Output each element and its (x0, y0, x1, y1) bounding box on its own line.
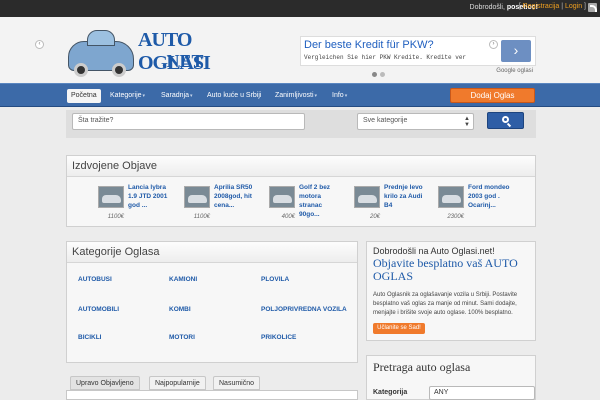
search-button[interactable] (487, 112, 524, 129)
header: AUTO OGLASI .NET Der beste Kredit für PK… (0, 17, 600, 83)
greeting-prefix: Dobrodošli, (469, 4, 507, 11)
featured-price: 1100€ (107, 214, 124, 220)
chevron-down-icon: ▾ (190, 93, 193, 99)
chevron-down-icon: ▾ (142, 93, 146, 99)
featured-item[interactable]: 2300€ Ford mondeo 2003 god . Ocarinj... (438, 183, 510, 228)
car-thumbnail[interactable] (184, 186, 210, 208)
featured-title: Izdvojene Objave (67, 156, 535, 177)
car-thumbnail[interactable] (269, 186, 295, 208)
chevron-left-icon[interactable]: ‹ (35, 40, 44, 49)
featured-price: 2300€ (447, 214, 464, 220)
chevron-right-icon[interactable]: › (489, 40, 498, 49)
featured-link[interactable]: Lancia lybra 1.9 JTD 2001 god ... (128, 183, 170, 210)
nav-label: Zanimljivosti (275, 92, 314, 99)
chevron-down-icon: ▾ (314, 93, 318, 99)
nav-label: Početna (71, 92, 97, 99)
welcome-title: Dobrodošli na Auto Oglasi.net! (373, 246, 495, 256)
featured-item[interactable]: 400€ Golf 2 bez motora stranac 90go... (269, 183, 339, 228)
featured-link[interactable]: Golf 2 bez motora stranac 90go... (299, 183, 341, 219)
category-link[interactable]: PLOVILA (261, 276, 289, 283)
ad-arrow-button[interactable]: › (501, 40, 531, 62)
category-link[interactable]: AUTOMOBILI (78, 306, 119, 313)
featured-item[interactable]: 20€ Prednje levo krilo za Audi B4 (354, 183, 424, 228)
category-link[interactable]: MOTORI (169, 334, 195, 341)
nav-item-auto-kuce[interactable]: Auto kuće u Srbiji (203, 89, 265, 103)
featured-price: 1100€ (193, 214, 210, 220)
tab-najpopularnije[interactable]: Najpopularnije (149, 376, 206, 390)
nav-label: Kategorije (110, 92, 142, 99)
category-link[interactable]: KAMIONI (169, 276, 197, 283)
nav-item-zanimljivosti[interactable]: Zanimljivosti▾ (271, 89, 321, 103)
category-link[interactable]: PRIKOLICE (261, 334, 296, 341)
featured-item[interactable]: 1100€ Aprilia SR50 2008god, hit cena... (184, 183, 254, 228)
category-link[interactable]: BICIKLI (78, 334, 101, 341)
tab-upravo-objavljeno[interactable]: Upravo Objavljeno (70, 376, 140, 390)
tab-content (66, 390, 358, 400)
auth-links: [ Registracija | Login ] (519, 3, 586, 10)
tab-nasumicno[interactable]: Nasumično (213, 376, 261, 390)
category-dropdown[interactable]: ANY (429, 386, 535, 400)
signup-button[interactable]: Učlanite se Sad! (373, 323, 425, 334)
listing-tabs: Upravo Objavljeno Najpopularnije Nasumič… (66, 373, 358, 400)
featured-price: 20€ (369, 214, 380, 220)
nav-item-saradnja[interactable]: Saradnja▾ (157, 89, 197, 103)
chevron-down-icon: ▾ (344, 93, 348, 99)
ad-subtext: Vergleichen Sie hier PKW Kredite. Kredit… (304, 54, 467, 61)
search-input[interactable]: Šta tražite? (72, 113, 305, 130)
top-bar: Dobrodošli, posetioc! [ Registracija | L… (0, 0, 600, 17)
pager-dot-active[interactable] (372, 72, 377, 77)
nav-item-kategorije[interactable]: Kategorije▾ (106, 89, 149, 103)
search-icon (502, 116, 509, 123)
category-link[interactable]: KOMBI (169, 306, 191, 313)
add-listing-button[interactable]: Dodaj Oglas (450, 88, 535, 103)
wheel-icon (112, 63, 126, 77)
category-label: Kategorija (373, 389, 408, 396)
nav-label: Auto kuće u Srbiji (207, 92, 262, 99)
logo-text-domain: .NET (162, 51, 204, 71)
car-thumbnail[interactable] (98, 186, 124, 208)
categories-title: Kategorije Oglasa (67, 242, 357, 263)
featured-link[interactable]: Prednje levo krilo za Audi B4 (384, 183, 426, 210)
select-arrows-icon: ▲ ▼ (464, 116, 470, 128)
featured-link[interactable]: Ford mondeo 2003 god . Ocarinj... (468, 183, 510, 210)
ad-pager (372, 72, 388, 79)
nav-item-pocetna[interactable]: Početna (67, 89, 101, 103)
nav-item-info[interactable]: Info▾ (328, 89, 351, 103)
google-ad[interactable]: Der beste Kredit für PKW? Vergleichen Si… (300, 36, 536, 74)
login-link[interactable]: Login (565, 3, 582, 10)
categories-panel: Kategorije Oglasa AUTOBUSI KAMIONI PLOVI… (66, 241, 358, 363)
welcome-headline: Objavite besplatno vaš AUTO OGLAS (373, 256, 518, 283)
welcome-panel: Dobrodošli na Auto Oglasi.net! Objavite … (366, 241, 536, 341)
car-thumbnail[interactable] (354, 186, 380, 208)
category-select-value: Sve kategorije (363, 117, 408, 124)
ad-headline[interactable]: Der beste Kredit für PKW? (304, 39, 434, 51)
car-thumbnail[interactable] (438, 186, 464, 208)
welcome-text: Auto Oglasnik za oglašavanje vozila u Sr… (373, 292, 518, 316)
category-link[interactable]: POLJOPRIVREDNA VOZILA (261, 306, 347, 313)
nav-label: Saradnja (161, 92, 190, 99)
ad-brand: Google oglasi (496, 68, 533, 74)
search-bar: Šta tražite? Sve kategorije ▲ ▼ (66, 110, 536, 138)
main-nav: Početna Kategorije▾ Saradnja▾ Auto kuće … (0, 83, 600, 107)
nav-label: Info (332, 92, 344, 99)
featured-price: 400€ (281, 214, 295, 220)
category-select[interactable]: Sve kategorije ▲ ▼ (357, 113, 474, 130)
listing-search-panel: Pretraga auto oglasa Kategorija ANY (366, 355, 536, 400)
auth-bracket-close: ] (582, 3, 586, 10)
featured-link[interactable]: Aprilia SR50 2008god, hit cena... (214, 183, 256, 210)
site-logo[interactable]: AUTO OGLASI .NET (66, 25, 216, 77)
listing-search-title: Pretraga auto oglasa (373, 360, 471, 374)
category-link[interactable]: AUTOBUSI (78, 276, 112, 283)
register-link[interactable]: Registracija (523, 3, 560, 10)
pager-dot[interactable] (380, 72, 385, 77)
wheel-icon (74, 63, 88, 77)
featured-item[interactable]: 1100€ Lancia lybra 1.9 JTD 2001 god ... (98, 183, 168, 228)
rss-icon[interactable] (588, 3, 597, 12)
